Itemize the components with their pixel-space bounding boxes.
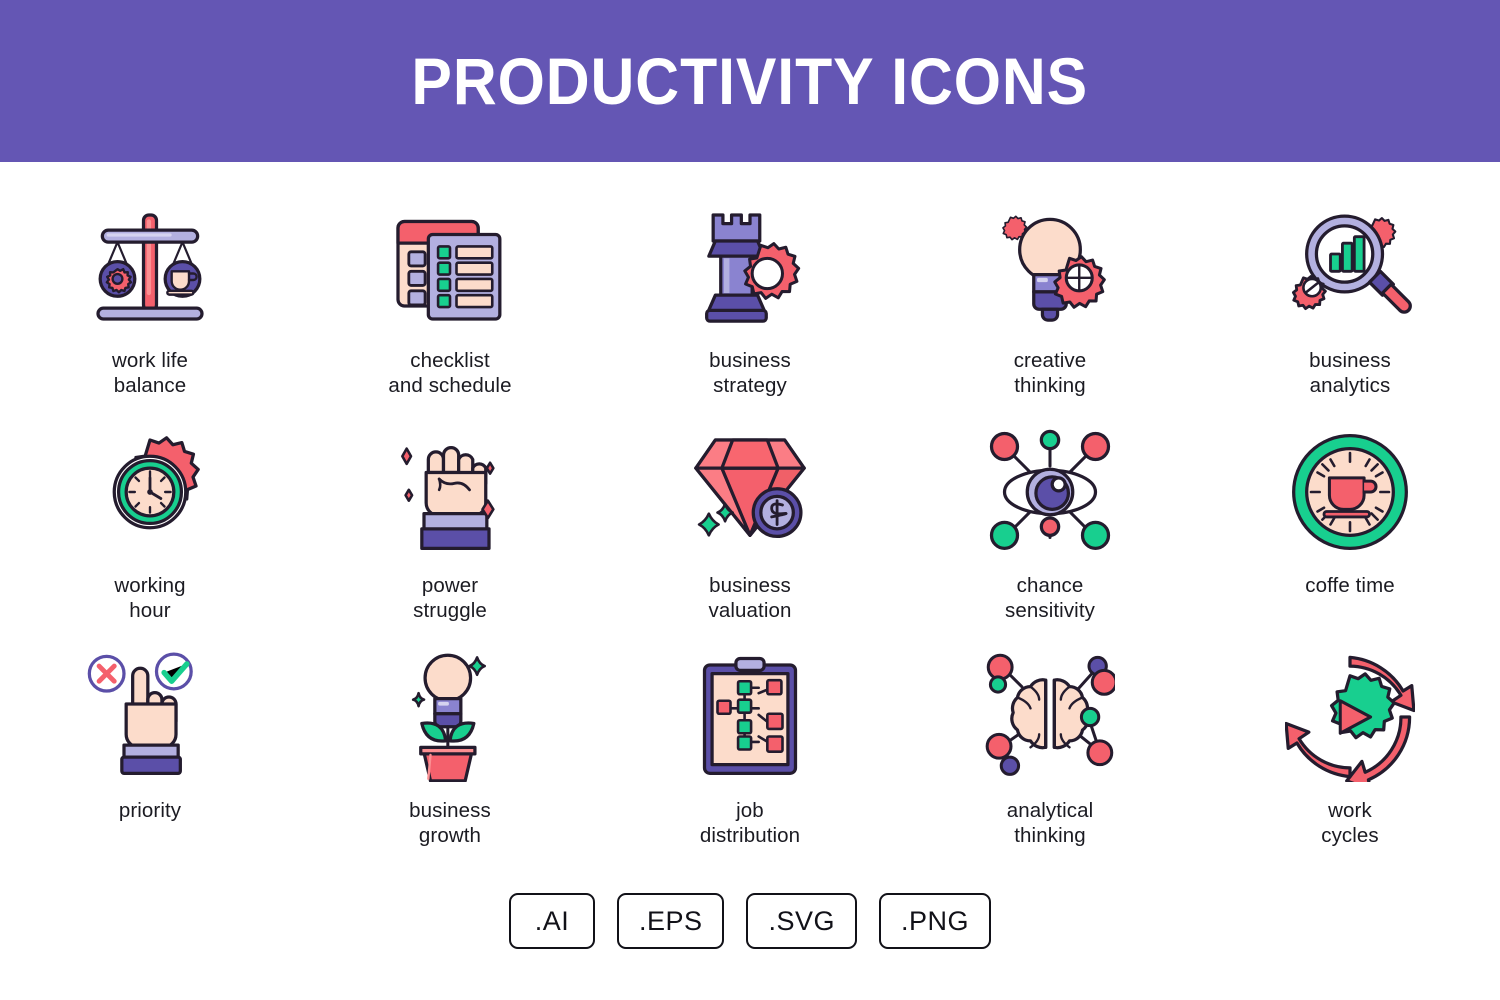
magnifier-chart-icon: [1275, 192, 1425, 342]
icon-label: business valuation: [708, 574, 792, 622]
icon-card-power-struggle[interactable]: power struggle: [300, 417, 600, 642]
raised-fist-icon: [375, 417, 525, 567]
icon-label: working hour: [114, 574, 186, 622]
icon-label: analytical thinking: [1006, 799, 1094, 847]
icon-set-poster: PRODUCTIVITY ICONS work life balance che…: [0, 0, 1500, 1000]
icon-card-checklist-schedule[interactable]: checklist and schedule: [300, 192, 600, 417]
icon-label: coffe time: [1305, 574, 1395, 597]
chess-rook-gear-icon: [675, 192, 825, 342]
format-badge-svg[interactable]: .SVG: [746, 893, 858, 949]
format-badge-png[interactable]: .PNG: [879, 893, 992, 949]
icon-label: job distribution: [699, 799, 801, 847]
diamond-coin-icon: [675, 417, 825, 567]
icon-label: priority: [118, 799, 182, 822]
format-badge-eps[interactable]: .EPS: [616, 893, 725, 949]
calendar-checklist-icon: [375, 192, 525, 342]
icon-card-working-hour[interactable]: working hour: [0, 417, 300, 642]
icon-card-business-growth[interactable]: business growth: [300, 642, 600, 867]
icon-card-job-distribution[interactable]: job distribution: [600, 642, 900, 867]
icon-label: creative thinking: [1013, 349, 1087, 397]
icon-label: business analytics: [1309, 349, 1391, 397]
icon-card-analytical-thinking[interactable]: analytical thinking: [900, 642, 1200, 867]
gear-play-cycle-icon: [1275, 642, 1425, 792]
icon-card-chance-sensitivity[interactable]: chance sensitivity: [900, 417, 1200, 642]
icon-card-business-strategy[interactable]: business strategy: [600, 192, 900, 417]
file-format-badges: .AI .EPS .SVG .PNG: [0, 893, 1500, 949]
lightbulb-plant-icon: [375, 642, 525, 792]
icon-card-coffe-time[interactable]: coffe time: [1200, 417, 1500, 642]
icon-label: business strategy: [709, 349, 791, 397]
brain-network-icon: [975, 642, 1125, 792]
lightbulb-gear-icon: [975, 192, 1125, 342]
icon-grid: work life balance checklist and schedule…: [0, 162, 1500, 867]
icon-label: chance sensitivity: [1005, 574, 1095, 622]
icon-card-creative-thinking[interactable]: creative thinking: [900, 192, 1200, 417]
balance-scale-icon: [75, 192, 225, 342]
icon-card-work-cycles[interactable]: work cycles: [1200, 642, 1500, 867]
clipboard-flowchart-icon: [675, 642, 825, 792]
icon-label: business growth: [409, 799, 491, 847]
icon-card-business-analytics[interactable]: business analytics: [1200, 192, 1500, 417]
icon-card-business-valuation[interactable]: business valuation: [600, 417, 900, 642]
clock-coffee-icon: [1275, 417, 1425, 567]
eye-network-icon: [975, 417, 1125, 567]
page-title: PRODUCTIVITY ICONS: [411, 44, 1089, 118]
icon-label: work life balance: [111, 349, 189, 397]
icon-card-priority[interactable]: priority: [0, 642, 300, 867]
icon-label: work cycles: [1321, 799, 1379, 847]
gear-clock-icon: [75, 417, 225, 567]
pointing-hand-choice-icon: [75, 642, 225, 792]
page-header-banner: PRODUCTIVITY ICONS: [0, 0, 1500, 162]
format-badge-ai[interactable]: .AI: [508, 893, 595, 949]
icon-card-work-life-balance[interactable]: work life balance: [0, 192, 300, 417]
icon-label: power struggle: [413, 574, 487, 622]
icon-label: checklist and schedule: [388, 349, 512, 397]
